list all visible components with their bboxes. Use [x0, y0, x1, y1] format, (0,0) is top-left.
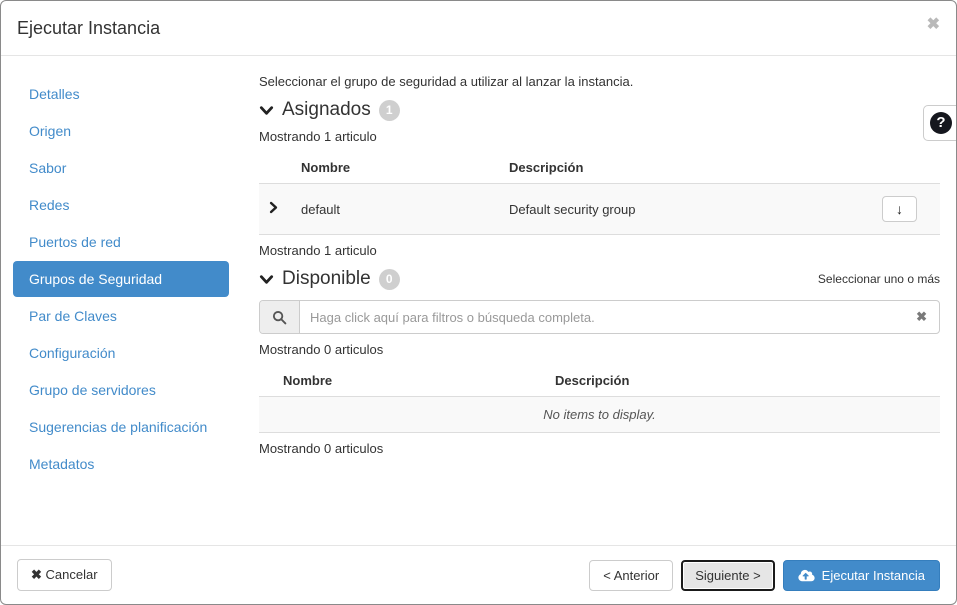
launch-instance-dialog: Ejecutar Instancia ✖ ? Detalles Origen S… — [0, 0, 957, 605]
sidebar-item-sugerencias-de-planificacion[interactable]: Sugerencias de planificación — [13, 409, 229, 445]
help-button[interactable]: ? — [923, 105, 956, 141]
remove-security-group-button[interactable]: ↓ — [882, 196, 917, 222]
select-hint: Seleccionar uno o más — [817, 272, 940, 286]
assigned-table: Nombre Descripción default Default secur… — [259, 152, 940, 235]
sidebar-item-par-de-claves[interactable]: Par de Claves — [13, 298, 229, 334]
clear-search-icon[interactable]: ✖ — [904, 309, 939, 325]
sidebar-item-configuracion[interactable]: Configuración — [13, 335, 229, 371]
chevron-down-icon[interactable] — [259, 103, 274, 118]
dialog-footer: ✖ Cancelar < Anterior Siguiente > Ejecut… — [1, 545, 956, 604]
sidebar-item-sabor[interactable]: Sabor — [13, 150, 229, 186]
available-section-title: Disponible — [282, 268, 371, 289]
chevron-right-icon: > — [753, 567, 761, 583]
sidebar-item-grupo-de-servidores[interactable]: Grupo de servidores — [13, 372, 229, 408]
action-column-header — [874, 152, 940, 184]
chevron-left-icon: < — [603, 567, 611, 583]
assigned-table-header-row: Nombre Descripción — [259, 152, 940, 184]
available-count-top: Mostrando 0 articulos — [259, 342, 384, 357]
description-column-header: Descripción — [501, 152, 874, 184]
sidebar-item-puertos-de-red[interactable]: Puertos de red — [13, 224, 229, 260]
assigned-count-badge: 1 — [378, 99, 400, 121]
close-icon[interactable]: ✖ — [927, 17, 940, 33]
sidebar-item-metadatos[interactable]: Metadatos — [13, 446, 229, 482]
next-button[interactable]: Siguiente > — [681, 559, 775, 591]
dialog-body: ? Detalles Origen Sabor Redes Puertos de… — [1, 56, 956, 545]
launch-instance-button[interactable]: Ejecutar Instancia — [782, 559, 940, 591]
empty-message: No items to display. — [543, 407, 656, 422]
available-count-badge: 0 — [378, 268, 400, 290]
step-content: Seleccionar el grupo de seguridad a util… — [245, 56, 956, 545]
sidebar-item-origen[interactable]: Origen — [13, 113, 229, 149]
assigned-count-top: Mostrando 1 articulo — [259, 129, 377, 144]
cloud-upload-icon — [798, 569, 815, 582]
row-name: default — [301, 201, 341, 217]
available-table: Nombre Descripción No items to display. — [259, 365, 940, 433]
empty-table-row: No items to display. — [259, 396, 940, 433]
sidebar-item-grupos-de-seguridad[interactable]: Grupos de Seguridad — [13, 261, 229, 297]
dialog-header: Ejecutar Instancia ✖ — [1, 1, 956, 56]
chevron-down-icon[interactable] — [259, 272, 274, 287]
sidebar-item-redes[interactable]: Redes — [13, 187, 229, 223]
available-table-header-row: Nombre Descripción — [259, 365, 940, 397]
back-button[interactable]: < Anterior — [589, 559, 674, 591]
detail-column-header — [259, 152, 293, 184]
x-icon: ✖ — [31, 567, 42, 582]
assigned-section-title: Asignados — [282, 99, 371, 120]
assigned-section-header: Asignados 1 — [259, 99, 940, 121]
search-input[interactable] — [300, 309, 905, 325]
sidebar-item-detalles[interactable]: Detalles — [13, 76, 229, 112]
wizard-sidebar: Detalles Origen Sabor Redes Puertos de r… — [1, 56, 245, 545]
cancel-button[interactable]: ✖ Cancelar — [17, 559, 112, 591]
chevron-right-icon[interactable] — [267, 201, 280, 214]
available-count-bottom: Mostrando 0 articulos — [259, 441, 384, 456]
question-icon: ? — [930, 112, 952, 134]
step-description: Seleccionar el grupo de seguridad a util… — [259, 74, 634, 89]
name-column-header: Nombre — [293, 152, 501, 184]
description-column-header: Descripción — [547, 365, 940, 397]
available-section-header: Disponible 0 Seleccionar uno o más — [259, 268, 940, 290]
assigned-count-bottom: Mostrando 1 articulo — [259, 243, 377, 258]
filter-search-box: ✖ — [259, 300, 940, 334]
table-row: default Default security group ↓ — [259, 183, 940, 235]
arrow-down-icon: ↓ — [896, 201, 903, 217]
name-column-header: Nombre — [259, 365, 547, 397]
row-description: Default security group — [509, 201, 636, 217]
page-title: Ejecutar Instancia — [17, 17, 161, 38]
search-icon[interactable] — [260, 301, 300, 333]
